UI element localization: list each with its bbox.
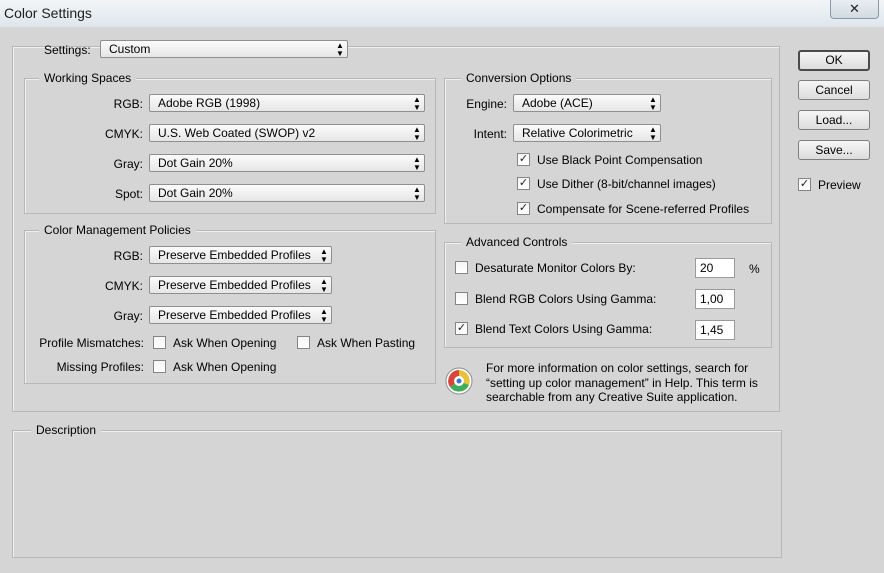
- engine-label: Engine:: [466, 97, 507, 111]
- intent-value: Relative Colorimetric: [522, 126, 633, 140]
- scene-referred-label: Compensate for Scene-referred Profiles: [537, 202, 750, 216]
- dither-checkbox[interactable]: ✓: [517, 177, 530, 190]
- mismatch-opening-label: Ask When Opening: [173, 336, 277, 350]
- ws-rgb-label: RGB:: [113, 97, 143, 111]
- chevron-updown-icon: ▲ ▼: [649, 125, 657, 142]
- missing-opening-checkbox[interactable]: [153, 360, 166, 373]
- chevron-updown-icon: ▲ ▼: [336, 41, 344, 58]
- dither-label: Use Dither (8-bit/channel images): [537, 177, 716, 191]
- chevron-updown-icon: ▲ ▼: [320, 277, 328, 294]
- missing-profiles-label: Missing Profiles:: [56, 360, 144, 374]
- policy-cmyk-dropdown[interactable]: Preserve Embedded Profiles ▲ ▼: [149, 276, 332, 294]
- close-icon: ✕: [849, 1, 860, 16]
- scene-referred-checkbox[interactable]: ✓: [517, 202, 530, 215]
- policy-rgb-value: Preserve Embedded Profiles: [158, 248, 311, 262]
- missing-opening-label: Ask When Opening: [173, 360, 277, 374]
- load-button[interactable]: Load...: [798, 110, 870, 130]
- ws-gray-value: Dot Gain 20%: [158, 156, 233, 170]
- window-title: Color Settings: [4, 5, 92, 21]
- preview-checkbox[interactable]: ✓: [798, 178, 811, 191]
- blend-text-checkbox[interactable]: ✓: [455, 322, 468, 335]
- blend-rgb-input[interactable]: 1,00: [695, 289, 735, 309]
- conversion-options-title: Conversion Options: [461, 71, 577, 85]
- policies-title: Color Management Policies: [39, 223, 196, 237]
- chevron-updown-icon: ▲ ▼: [320, 247, 328, 264]
- ws-spot-value: Dot Gain 20%: [158, 186, 233, 200]
- settings-value: Custom: [109, 42, 151, 56]
- preview-label: Preview: [818, 178, 861, 192]
- settings-label: Settings:: [44, 43, 91, 57]
- description-title: Description: [31, 423, 102, 437]
- ws-gray-dropdown[interactable]: Dot Gain 20% ▲ ▼: [149, 154, 425, 172]
- policy-rgb-dropdown[interactable]: Preserve Embedded Profiles ▲ ▼: [149, 246, 332, 264]
- cancel-button[interactable]: Cancel: [798, 80, 870, 100]
- chevron-updown-icon: ▲ ▼: [320, 307, 328, 324]
- desaturate-label: Desaturate Monitor Colors By:: [475, 261, 636, 275]
- ok-button[interactable]: OK: [798, 50, 870, 71]
- info-line-3: searchable from any Creative Suite appli…: [486, 390, 738, 404]
- blend-rgb-checkbox[interactable]: [455, 292, 468, 305]
- policy-rgb-label: RGB:: [113, 249, 143, 263]
- blend-text-input[interactable]: 1,45: [695, 320, 735, 340]
- mismatch-pasting-checkbox[interactable]: [297, 336, 310, 349]
- engine-value: Adobe (ACE): [522, 96, 593, 110]
- info-line-1: For more information on color settings, …: [486, 361, 749, 375]
- color-wheel-icon: [445, 367, 473, 395]
- desaturate-input[interactable]: 20: [695, 258, 735, 278]
- desaturate-unit: %: [749, 262, 760, 276]
- policy-cmyk-value: Preserve Embedded Profiles: [158, 278, 311, 292]
- chevron-updown-icon: ▲ ▼: [413, 185, 421, 202]
- ws-rgb-dropdown[interactable]: Adobe RGB (1998) ▲ ▼: [149, 94, 425, 112]
- working-spaces-title: Working Spaces: [39, 71, 137, 85]
- ws-spot-dropdown[interactable]: Dot Gain 20% ▲ ▼: [149, 184, 425, 202]
- policy-gray-value: Preserve Embedded Profiles: [158, 308, 311, 322]
- chevron-updown-icon: ▲ ▼: [413, 95, 421, 112]
- chevron-updown-icon: ▲ ▼: [413, 155, 421, 172]
- title-bar: Color Settings ✕: [0, 0, 884, 27]
- chevron-updown-icon: ▲ ▼: [649, 95, 657, 112]
- ws-gray-label: Gray:: [113, 157, 143, 171]
- info-line-2: “setting up color management” in Help. T…: [486, 376, 758, 390]
- ws-cmyk-label: CMYK:: [104, 127, 143, 141]
- engine-dropdown[interactable]: Adobe (ACE) ▲ ▼: [513, 94, 661, 112]
- mismatch-pasting-label: Ask When Pasting: [317, 336, 416, 350]
- settings-dropdown[interactable]: Custom ▲ ▼: [100, 40, 348, 58]
- black-point-checkbox[interactable]: ✓: [517, 153, 530, 166]
- profile-mismatches-label: Profile Mismatches:: [39, 336, 144, 350]
- intent-dropdown[interactable]: Relative Colorimetric ▲ ▼: [513, 124, 661, 142]
- ws-spot-label: Spot:: [114, 187, 143, 201]
- intent-label: Intent:: [473, 127, 507, 141]
- desaturate-checkbox[interactable]: [455, 261, 468, 274]
- blend-text-label: Blend Text Colors Using Gamma:: [475, 322, 653, 336]
- dialog-body: Settings: Custom ▲ ▼ Working Spaces RGB: …: [0, 27, 884, 573]
- close-button[interactable]: ✕: [830, 0, 879, 19]
- policy-gray-label: Gray:: [113, 309, 143, 323]
- chevron-updown-icon: ▲ ▼: [413, 125, 421, 142]
- ws-rgb-value: Adobe RGB (1998): [158, 96, 261, 110]
- advanced-controls-title: Advanced Controls: [461, 235, 573, 249]
- policy-gray-dropdown[interactable]: Preserve Embedded Profiles ▲ ▼: [149, 306, 332, 324]
- policy-cmyk-label: CMYK:: [104, 279, 143, 293]
- ws-cmyk-dropdown[interactable]: U.S. Web Coated (SWOP) v2 ▲ ▼: [149, 124, 425, 142]
- mismatch-opening-checkbox[interactable]: [153, 336, 166, 349]
- blend-rgb-label: Blend RGB Colors Using Gamma:: [475, 292, 657, 306]
- ws-cmyk-value: U.S. Web Coated (SWOP) v2: [158, 126, 316, 140]
- black-point-label: Use Black Point Compensation: [537, 153, 703, 167]
- description-panel: Description: [12, 423, 782, 558]
- save-button[interactable]: Save...: [798, 140, 870, 160]
